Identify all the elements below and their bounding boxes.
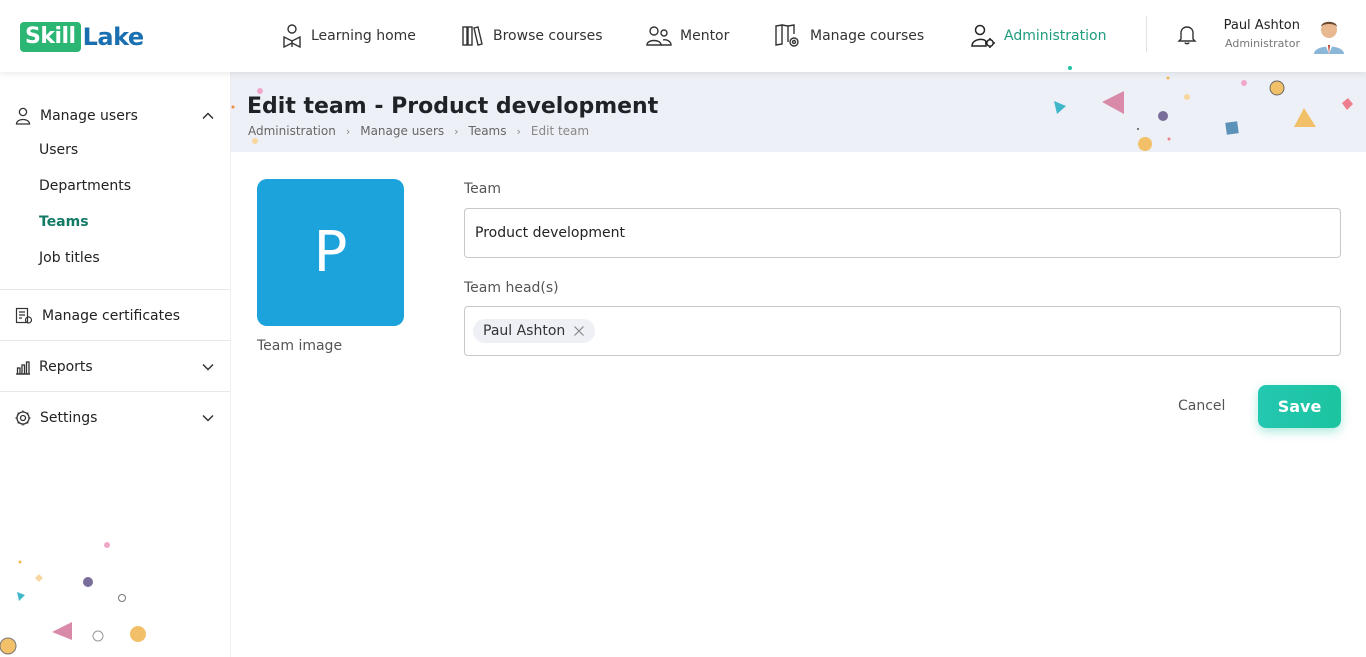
nav-administration[interactable]: Administration	[970, 18, 1107, 70]
cancel-button[interactable]: Cancel	[1168, 393, 1235, 419]
user-role: Administrator	[1225, 37, 1300, 50]
chevron-up-icon[interactable]	[201, 109, 215, 123]
active-nav-indicator	[1068, 66, 1073, 70]
sidebar-divider	[0, 340, 230, 341]
sidebar-label: Manage certificates	[42, 308, 180, 324]
logo-box: Skill	[20, 22, 81, 52]
manage-courses-icon	[775, 24, 799, 47]
user-icon	[15, 107, 31, 125]
team-heads-label: Team head(s)	[464, 280, 559, 296]
nav-learning-home[interactable]: Learning home	[281, 18, 416, 54]
sidebar-settings[interactable]: Settings	[0, 408, 230, 428]
sidebar-divider	[0, 289, 230, 290]
skilllake-logo[interactable]: Skill Lake	[20, 22, 144, 52]
sidebar-divider	[0, 391, 230, 392]
nav-label: Manage courses	[810, 28, 925, 44]
sidebar-label: Manage users	[40, 108, 138, 124]
top-bar: Skill Lake Learning home Browse courses …	[0, 0, 1366, 72]
team-head-name: Paul Ashton	[483, 323, 566, 339]
admin-user-icon	[971, 24, 995, 48]
team-image[interactable]: P	[257, 179, 404, 326]
avatar[interactable]	[1310, 14, 1348, 54]
nav-label: Browse courses	[493, 28, 603, 44]
sidebar-item-departments[interactable]: Departments	[39, 178, 131, 194]
sidebar-item-teams[interactable]: Teams	[39, 214, 89, 230]
nav-mentor[interactable]: Mentor	[646, 18, 729, 54]
page-header-banner: Edit team - Product development Administ…	[231, 72, 1366, 152]
sidebar: Manage users Users Departments Teams Job…	[0, 72, 231, 657]
chevron-down-icon[interactable]	[201, 360, 215, 374]
team-field	[464, 208, 1341, 258]
team-head-chip: Paul Ashton	[473, 319, 596, 343]
nav-label: Learning home	[311, 28, 416, 44]
nav-manage-courses[interactable]: Manage courses	[774, 18, 924, 54]
sidebar-reports[interactable]: Reports	[0, 357, 230, 377]
learning-home-icon	[283, 24, 301, 49]
certificate-icon	[15, 307, 33, 324]
decorative-confetti	[231, 76, 1353, 151]
team-heads-field[interactable]: Paul Ashton	[464, 306, 1341, 356]
sidebar-item-users[interactable]: Users	[39, 142, 78, 158]
sidebar-label: Reports	[39, 359, 93, 375]
chevron-down-icon[interactable]	[201, 411, 215, 425]
sidebar-label: Settings	[40, 410, 98, 426]
nav-label: Mentor	[680, 28, 730, 44]
nav-label: Administration	[1004, 28, 1107, 44]
team-label: Team	[464, 181, 502, 197]
decorative-confetti	[0, 542, 146, 655]
gear-icon	[15, 410, 31, 426]
sidebar-item-job-titles[interactable]: Job titles	[39, 250, 100, 266]
team-image-label: Team image	[257, 338, 343, 354]
user-name[interactable]: Paul Ashton	[1180, 18, 1300, 33]
nav-browse-courses[interactable]: Browse courses	[461, 18, 603, 54]
reports-chart-icon	[16, 361, 30, 375]
sidebar-manage-certificates[interactable]: Manage certificates	[0, 306, 230, 326]
sidebar-manage-users[interactable]: Manage users	[0, 106, 230, 126]
logo-text: Lake	[82, 23, 145, 51]
books-icon	[462, 26, 483, 46]
remove-chip-icon[interactable]	[573, 325, 585, 337]
nav-divider	[1146, 16, 1147, 52]
save-button[interactable]: Save	[1258, 385, 1341, 428]
mentor-icon	[646, 26, 672, 46]
team-name-input[interactable]	[475, 209, 1325, 257]
